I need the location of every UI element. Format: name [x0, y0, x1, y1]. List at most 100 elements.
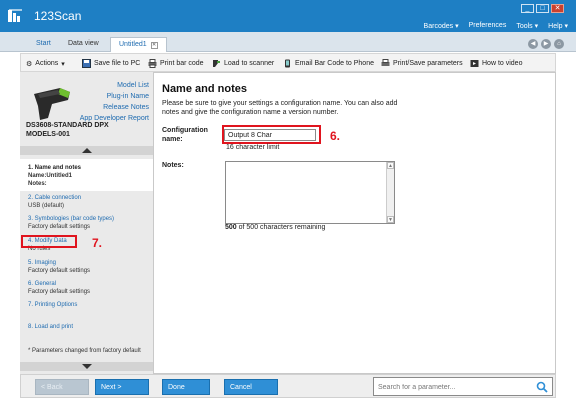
tab-current-label: Untitled1	[119, 41, 147, 48]
annotation-marker-6: 6.	[330, 129, 341, 143]
scroll-down-icon[interactable]: ▼	[387, 216, 394, 223]
save-icon	[82, 59, 91, 68]
printer-icon	[148, 59, 157, 68]
back-button[interactable]: < Back	[35, 379, 89, 395]
tab-close-icon[interactable]: ✕	[150, 42, 158, 49]
step-title: 5. Imaging	[28, 260, 57, 266]
tab-current[interactable]: Untitled1 ✕	[110, 37, 167, 52]
char-limit-text: 16 character limit	[226, 144, 280, 151]
step-load-and-print[interactable]: 8. Load and print	[20, 323, 153, 331]
notes-textarea[interactable]: ▲ ▼	[225, 161, 395, 224]
email-barcode-label: Email Bar Code to Phone	[295, 60, 374, 67]
gear-icon: ⚙	[26, 60, 33, 68]
print-barcode-label: Print bar code	[160, 60, 204, 67]
tab-data-view[interactable]: Data view	[60, 37, 107, 52]
step-value: Factory default settings	[28, 268, 91, 274]
main-content: Name and notes Please be sure to give yo…	[156, 74, 554, 372]
actions-button[interactable]: ⚙ Actions ▾	[26, 58, 65, 69]
menu-bar: Barcodes ▾ Preferences Tools ▾ Help ▾	[424, 22, 568, 30]
step-value: Factory default settings	[28, 289, 91, 295]
step-title: 7. Printing Options	[28, 302, 78, 308]
menu-preferences[interactable]: Preferences	[469, 22, 507, 30]
device-model-line1: DS3608-STANDARD DPX	[26, 122, 109, 129]
step-symbologies[interactable]: 3. Symbologies (bar code types) Factory …	[20, 215, 153, 231]
arrow-down-icon	[82, 364, 92, 369]
step-title: 6. General	[28, 281, 57, 287]
load-scanner-label: Load to scanner	[224, 60, 275, 67]
cancel-button[interactable]: Cancel	[224, 379, 278, 395]
print-save-params-button[interactable]: Print/Save parameters	[381, 58, 463, 69]
step-title: 8. Load and print	[28, 324, 74, 330]
menu-tools[interactable]: Tools ▾	[516, 22, 538, 30]
step-printing-options[interactable]: 7. Printing Options	[20, 301, 153, 309]
remaining-chars: 500 of 500 characters remaining	[225, 224, 325, 231]
next-button[interactable]: Next >	[95, 379, 149, 395]
sidebar-links: Model List Plug-in Name Release Notes Ap…	[80, 80, 149, 124]
step-value: USB (default)	[28, 203, 65, 209]
zebra-logo-icon	[8, 9, 22, 22]
app-title: 123Scan	[34, 9, 82, 23]
config-name-input[interactable]	[224, 129, 316, 141]
step-cable-connection[interactable]: 2. Cable connection USB (default)	[20, 194, 153, 210]
notes-label: Notes:	[162, 162, 184, 169]
chevron-down-icon: ▾	[61, 60, 65, 68]
step-title: 2. Cable connection	[28, 195, 82, 201]
scroll-up-bar[interactable]	[20, 146, 153, 155]
changed-legend-text: Parameters changed from factory default	[32, 348, 141, 354]
sidebar: Model List Plug-in Name Release Notes Ap…	[20, 72, 154, 374]
config-name-label: Configuration name:	[162, 127, 208, 143]
email-barcode-button[interactable]: Email Bar Code to Phone	[283, 58, 374, 69]
how-to-video-button[interactable]: How to video	[470, 58, 522, 69]
plugin-name-link[interactable]: Plug-in Name	[80, 91, 149, 102]
release-notes-link[interactable]: Release Notes	[80, 102, 149, 113]
close-button[interactable]: ✕	[551, 4, 564, 13]
print-save-icon	[381, 59, 390, 66]
print-barcode-button[interactable]: Print bar code	[148, 58, 204, 69]
parameter-search	[373, 377, 553, 396]
asterisk-icon: *	[28, 348, 31, 354]
scanner-icon	[213, 60, 220, 67]
search-icon[interactable]	[536, 381, 548, 393]
bottom-bar: < Back Next > Done Cancel	[20, 374, 556, 398]
save-file-button[interactable]: Save file to PC	[82, 58, 140, 69]
step-imaging[interactable]: 5. Imaging Factory default settings	[20, 259, 153, 275]
actions-label: Actions	[35, 60, 59, 67]
remaining-text: of 500 characters remaining	[236, 224, 326, 231]
menu-barcodes[interactable]: Barcodes ▾	[424, 22, 459, 30]
load-scanner-button[interactable]: Load to scanner	[212, 58, 274, 69]
step-title: 3. Symbologies (bar code types)	[28, 216, 115, 222]
print-save-params-label: Print/Save parameters	[393, 60, 463, 67]
step-value: Notes:	[28, 181, 47, 187]
arrow-up-icon	[82, 148, 92, 153]
remaining-count: 500	[225, 224, 237, 231]
device-model-line2: MODELS-001	[26, 131, 70, 138]
phone-icon	[285, 59, 290, 68]
forward-nav-icon[interactable]: ▶	[541, 39, 551, 49]
menu-help[interactable]: Help ▾	[548, 22, 568, 30]
how-to-video-label: How to video	[482, 60, 523, 67]
maximize-button[interactable]: □	[536, 4, 549, 13]
device-model: DS3608-STANDARD DPX MODELS-001	[26, 121, 109, 139]
search-input[interactable]	[378, 381, 528, 393]
step-value: Factory default settings	[28, 224, 91, 230]
scanner-image	[34, 88, 70, 120]
tab-bar: Start Data view Untitled1 ✕ ◀ ▶ ⌂	[0, 32, 576, 52]
title-bar: 123Scan _ □ ✕ Barcodes ▾ Preferences Too…	[0, 0, 576, 32]
scroll-up-icon[interactable]: ▲	[387, 162, 394, 169]
model-list-link[interactable]: Model List	[80, 80, 149, 91]
home-nav-icon[interactable]: ⌂	[554, 39, 564, 49]
save-file-label: Save file to PC	[94, 60, 141, 67]
toolbar: ⚙ Actions ▾ Save file to PC Print bar co…	[20, 53, 556, 72]
done-button[interactable]: Done	[162, 379, 210, 395]
notes-scrollbar[interactable]: ▲ ▼	[386, 162, 394, 223]
changed-legend: * Parameters changed from factory defaul…	[28, 348, 141, 354]
page-title: Name and notes	[162, 83, 247, 95]
tab-start[interactable]: Start	[28, 37, 59, 52]
minimize-button[interactable]: _	[521, 4, 534, 13]
back-nav-icon[interactable]: ◀	[528, 39, 538, 49]
highlight-box-7	[21, 235, 77, 248]
active-step-pointer	[133, 163, 142, 181]
step-general[interactable]: 6. General Factory default settings	[20, 280, 153, 296]
annotation-marker-7: 7.	[92, 236, 103, 250]
scroll-down-bar[interactable]	[20, 362, 153, 371]
